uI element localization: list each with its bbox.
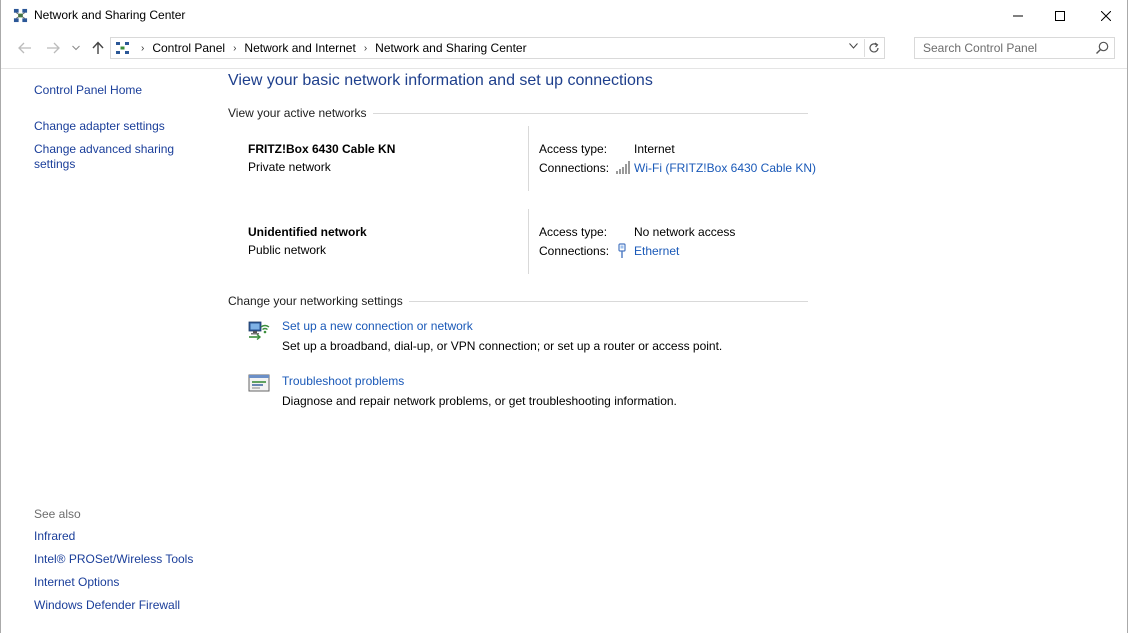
- set-up-new-connection-link[interactable]: Set up a new connection or network: [282, 319, 473, 333]
- sidebar-item-change-advanced-sharing-settings[interactable]: Change advanced sharing settings: [34, 142, 194, 172]
- refresh-button[interactable]: [864, 39, 882, 57]
- up-button[interactable]: [87, 34, 109, 62]
- connections-label: Connections:: [539, 161, 610, 175]
- refresh-icon: [868, 42, 879, 53]
- access-type-value: Internet: [634, 142, 675, 156]
- sidebar-item-change-adapter-settings[interactable]: Change adapter settings: [34, 119, 165, 134]
- chevron-down-icon: [72, 45, 80, 51]
- chevron-down-icon: [848, 43, 858, 49]
- maximize-icon: [1055, 10, 1065, 21]
- address-dropdown-button[interactable]: [846, 41, 860, 55]
- wifi-connection-link[interactable]: Wi-Fi (FRITZ!Box 6430 Cable KN): [634, 161, 816, 175]
- active-networks-heading-text: View your active networks: [228, 106, 367, 120]
- breadcrumb-network-and-sharing-center[interactable]: Network and Sharing Center: [371, 41, 530, 55]
- window-title: Network and Sharing Center: [34, 8, 186, 22]
- control-panel-icon: [116, 42, 129, 54]
- access-type-label: Access type:: [539, 225, 608, 239]
- see-also-heading: See also: [34, 507, 81, 521]
- network-sharing-center-window: Network and Sharing Center › Control Pan…: [0, 0, 1128, 633]
- troubleshoot-problems-description: Diagnose and repair network problems, or…: [282, 394, 677, 408]
- connections-label: Connections:: [539, 244, 610, 258]
- set-up-new-connection-description: Set up a broadband, dial-up, or VPN conn…: [282, 339, 723, 353]
- breadcrumb-control-panel[interactable]: Control Panel: [148, 41, 229, 55]
- arrow-right-icon: [47, 42, 60, 54]
- ethernet-connection-link[interactable]: Ethernet: [634, 244, 679, 258]
- wifi-signal-icon: [616, 161, 630, 174]
- access-type-label: Access type:: [539, 142, 608, 156]
- network-name: Unidentified network: [248, 225, 367, 239]
- arrow-up-icon: [92, 41, 104, 54]
- close-button[interactable]: [1083, 0, 1128, 31]
- back-button[interactable]: [13, 34, 37, 62]
- page-title: View your basic network information and …: [228, 72, 653, 89]
- arrow-left-icon: [18, 42, 31, 54]
- troubleshoot-problems-link[interactable]: Troubleshoot problems: [282, 374, 404, 388]
- breadcrumb-separator[interactable]: ›: [360, 43, 371, 54]
- network-name: FRITZ!Box 6430 Cable KN: [248, 142, 396, 156]
- networking-settings-heading: Change your networking settings: [228, 294, 808, 308]
- navigation-bar: › Control Panel › Network and Internet ›…: [1, 34, 1127, 62]
- breadcrumb-separator[interactable]: ›: [229, 43, 240, 54]
- heading-divider: [372, 112, 808, 114]
- networking-settings-heading-text: Change your networking settings: [228, 294, 403, 308]
- network-category: Public network: [248, 243, 327, 257]
- new-connection-icon: [248, 321, 270, 341]
- minimize-button[interactable]: [995, 0, 1041, 31]
- recent-locations-button[interactable]: [69, 34, 83, 62]
- search-input[interactable]: [915, 38, 1090, 58]
- title-bar: Network and Sharing Center: [1, 0, 1127, 31]
- heading-divider: [408, 300, 808, 302]
- access-type-value: No network access: [634, 225, 736, 239]
- sidebar-item-control-panel-home[interactable]: Control Panel Home: [34, 83, 142, 98]
- network-divider: [528, 209, 529, 274]
- network-divider: [528, 126, 529, 191]
- maximize-button[interactable]: [1037, 0, 1083, 31]
- see-also-infrared[interactable]: Infrared: [34, 529, 75, 544]
- search-box[interactable]: [914, 37, 1115, 59]
- ethernet-icon: [618, 243, 626, 258]
- breadcrumb-network-and-internet[interactable]: Network and Internet: [240, 41, 359, 55]
- active-networks-heading: View your active networks: [228, 106, 808, 120]
- breadcrumb-separator: ›: [141, 42, 145, 54]
- address-bar[interactable]: › Control Panel › Network and Internet ›…: [110, 37, 885, 59]
- left-pane: Control Panel Home Change adapter settin…: [1, 69, 219, 633]
- troubleshoot-icon: [248, 374, 270, 392]
- see-also-internet-options[interactable]: Internet Options: [34, 575, 119, 590]
- forward-button[interactable]: [41, 34, 65, 62]
- minimize-icon: [1013, 15, 1023, 16]
- see-also-windows-defender-firewall[interactable]: Windows Defender Firewall: [34, 598, 180, 613]
- network-center-icon: [13, 8, 28, 23]
- see-also-intel-proset[interactable]: Intel® PROSet/Wireless Tools: [34, 552, 193, 567]
- search-icon[interactable]: [1094, 40, 1110, 56]
- network-category: Private network: [248, 160, 331, 174]
- close-icon: [1101, 10, 1111, 21]
